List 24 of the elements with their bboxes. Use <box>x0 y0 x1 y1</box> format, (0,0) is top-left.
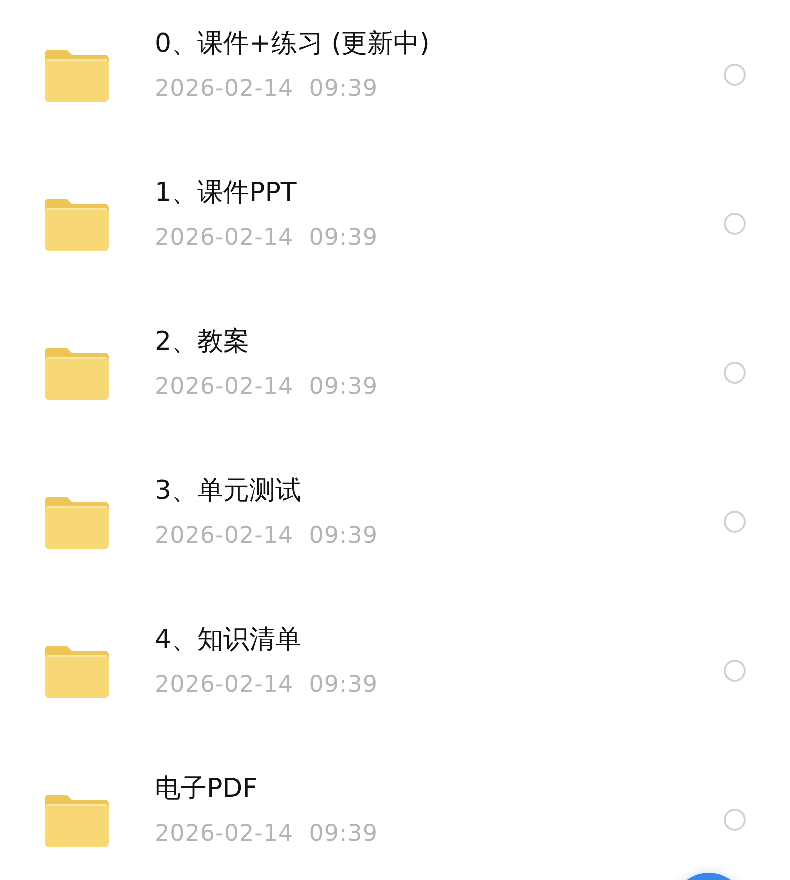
select-radio[interactable] <box>724 510 746 532</box>
folder-icon <box>45 196 109 250</box>
select-radio[interactable] <box>724 64 746 86</box>
folder-name: 电子PDF <box>155 774 259 805</box>
folder-icon <box>45 644 109 698</box>
select-radio[interactable] <box>724 808 746 830</box>
modified-date: 2026-02-14 09:39 <box>155 670 380 700</box>
select-radio[interactable] <box>724 660 746 682</box>
select-radio[interactable] <box>724 212 746 234</box>
folder-name: 3、单元测试 <box>155 476 303 507</box>
folder-name: 0、课件+练习 (更新中) <box>155 28 431 60</box>
folder-icon <box>45 494 109 548</box>
modified-date: 2026-02-14 09:39 <box>155 522 380 551</box>
folder-name: 4、知识清单 <box>155 624 303 656</box>
folder-name: 1、课件PPT <box>155 178 298 209</box>
folder-icon <box>45 346 109 400</box>
folder-icon <box>45 792 109 846</box>
select-radio[interactable] <box>724 362 746 384</box>
modified-date: 2026-02-14 09:39 <box>155 224 380 253</box>
modified-date: 2026-02-14 09:39 <box>155 372 380 402</box>
modified-date: 2026-02-14 09:39 <box>155 820 380 849</box>
folder-icon <box>45 48 109 102</box>
folder-name: 2、教案 <box>155 326 251 358</box>
modified-date: 2026-02-14 09:39 <box>155 74 380 104</box>
